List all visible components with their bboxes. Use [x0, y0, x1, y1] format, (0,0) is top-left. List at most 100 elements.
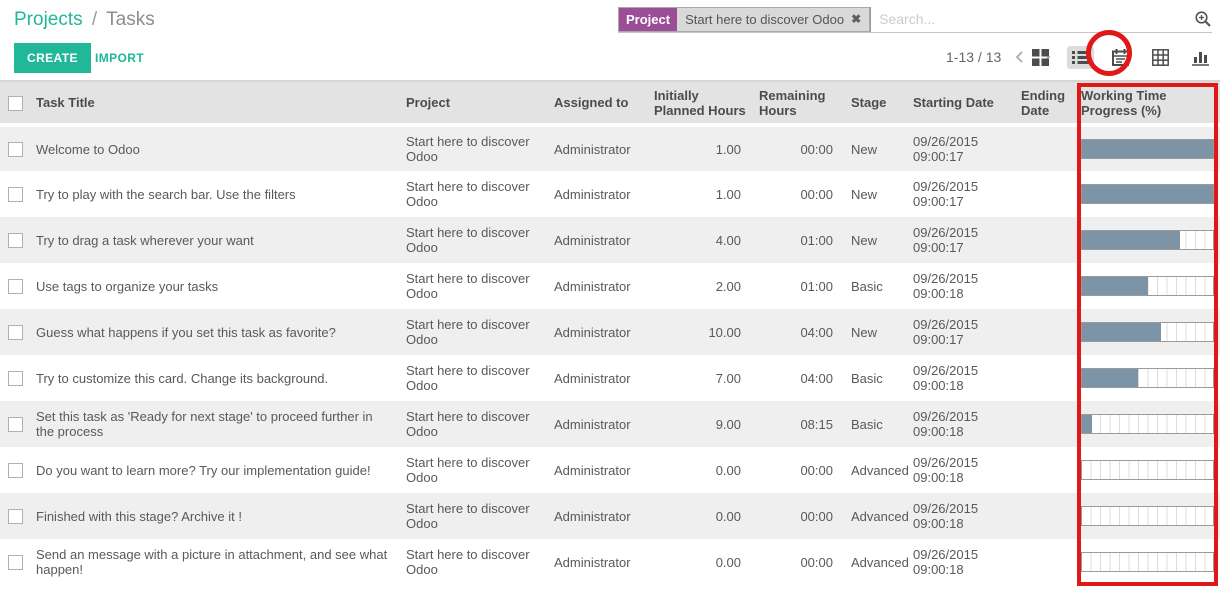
column-header-stage[interactable]: Stage [845, 81, 907, 125]
task-title-cell: Finished with this stage? Archive it ! [30, 493, 400, 539]
ending-date-cell [1015, 171, 1075, 217]
project-cell: Start here to discover Odoo [400, 309, 548, 355]
column-header-ending-date[interactable]: Ending Date [1015, 81, 1075, 125]
table-row[interactable]: Use tags to organize your tasks Start he… [0, 263, 1220, 309]
assigned-to-cell: Administrator [548, 171, 648, 217]
row-checkbox[interactable] [8, 279, 23, 294]
column-header-planned-hours[interactable]: Initially Planned Hours [648, 81, 753, 125]
table-row[interactable]: Guess what happens if you set this task … [0, 309, 1220, 355]
table-row[interactable]: Do you want to learn more? Try our imple… [0, 447, 1220, 493]
column-header-assigned-to[interactable]: Assigned to [548, 81, 648, 125]
project-cell: Start here to discover Odoo [400, 263, 548, 309]
pivot-view-icon[interactable] [1147, 45, 1174, 70]
table-row[interactable]: Try to play with the search bar. Use the… [0, 171, 1220, 217]
starting-date-cell: 09/26/2015 09:00:18 [907, 401, 1015, 447]
working-time-progress-bar [1081, 460, 1214, 480]
row-checkbox[interactable] [8, 555, 23, 570]
planned-hours-cell: 7.00 [648, 355, 753, 401]
starting-date-cell: 09/26/2015 09:00:18 [907, 263, 1015, 309]
pager-range: 1-13 / 13 [946, 49, 1001, 65]
starting-date-cell: 09/26/2015 09:00:17 [907, 125, 1015, 171]
table-row[interactable]: Finished with this stage? Archive it ! S… [0, 493, 1220, 539]
planned-hours-cell: 2.00 [648, 263, 753, 309]
assigned-to-cell: Administrator [548, 263, 648, 309]
task-table-body: Welcome to Odoo Start here to discover O… [0, 125, 1220, 585]
search-input[interactable] [870, 7, 1190, 32]
task-title-cell: Use tags to organize your tasks [30, 263, 400, 309]
create-button[interactable]: CREATE [14, 43, 91, 73]
table-row[interactable]: Try to customize this card. Change its b… [0, 355, 1220, 401]
remaining-hours-cell: 00:00 [753, 493, 845, 539]
table-row[interactable]: Send an message with a picture in attach… [0, 539, 1220, 585]
remaining-hours-cell: 00:00 [753, 171, 845, 217]
select-all-checkbox[interactable] [8, 96, 23, 111]
column-header-progress[interactable]: Working Time Progress (%) [1075, 81, 1220, 125]
ending-date-cell [1015, 125, 1075, 171]
table-row[interactable]: Welcome to Odoo Start here to discover O… [0, 125, 1220, 171]
kanban-view-icon[interactable] [1027, 45, 1054, 70]
remaining-hours-cell: 04:00 [753, 309, 845, 355]
list-view-icon[interactable] [1067, 46, 1094, 69]
task-title-cell: Welcome to Odoo [30, 125, 400, 171]
project-cell: Start here to discover Odoo [400, 171, 548, 217]
row-checkbox[interactable] [8, 325, 23, 340]
ending-date-cell [1015, 447, 1075, 493]
project-cell: Start here to discover Odoo [400, 493, 548, 539]
breadcrumb-projects-link[interactable]: Projects [14, 9, 83, 30]
task-title-cell: Try to customize this card. Change its b… [30, 355, 400, 401]
planned-hours-cell: 0.00 [648, 493, 753, 539]
row-checkbox[interactable] [8, 509, 23, 524]
planned-hours-cell: 0.00 [648, 447, 753, 493]
task-title-cell: Guess what happens if you set this task … [30, 309, 400, 355]
task-title-cell: Do you want to learn more? Try our imple… [30, 447, 400, 493]
working-time-progress-bar [1081, 139, 1214, 159]
column-header-remaining-hours[interactable]: Remaining Hours [753, 81, 845, 125]
row-checkbox[interactable] [8, 233, 23, 248]
ending-date-cell [1015, 309, 1075, 355]
stage-cell: Basic [845, 263, 907, 309]
project-cell: Start here to discover Odoo [400, 125, 548, 171]
progress-fill [1082, 140, 1213, 158]
working-time-progress-bar [1081, 368, 1214, 388]
working-time-progress-bar [1081, 506, 1214, 526]
stage-cell: New [845, 171, 907, 217]
task-title-cell: Send an message with a picture in attach… [30, 539, 400, 585]
working-time-progress-bar [1081, 184, 1214, 204]
task-title-cell: Try to drag a task wherever your want [30, 217, 400, 263]
task-title-cell: Set this task as 'Ready for next stage' … [30, 401, 400, 447]
column-header-project[interactable]: Project [400, 81, 548, 125]
column-header-starting-date[interactable]: Starting Date [907, 81, 1015, 125]
calendar-view-icon[interactable] [1107, 45, 1134, 70]
row-checkbox[interactable] [8, 187, 23, 202]
planned-hours-cell: 10.00 [648, 309, 753, 355]
row-checkbox[interactable] [8, 463, 23, 478]
row-checkbox[interactable] [8, 371, 23, 386]
pager-previous-icon[interactable] [1011, 50, 1028, 64]
expand-search-icon[interactable] [1194, 10, 1212, 28]
column-header-task-title[interactable]: Task Title [30, 81, 400, 125]
remaining-hours-cell: 00:00 [753, 539, 845, 585]
remove-facet-icon[interactable]: ✖ [851, 12, 861, 26]
assigned-to-cell: Administrator [548, 355, 648, 401]
assigned-to-cell: Administrator [548, 447, 648, 493]
facet-value-text: Start here to discover Odoo [685, 12, 844, 27]
remaining-hours-cell: 01:00 [753, 263, 845, 309]
progress-fill [1082, 323, 1161, 341]
working-time-progress-bar [1081, 552, 1214, 572]
row-checkbox[interactable] [8, 417, 23, 432]
assigned-to-cell: Administrator [548, 309, 648, 355]
graph-view-icon[interactable] [1187, 45, 1214, 70]
remaining-hours-cell: 08:15 [753, 401, 845, 447]
stage-cell: New [845, 217, 907, 263]
assigned-to-cell: Administrator [548, 217, 648, 263]
remaining-hours-cell: 01:00 [753, 217, 845, 263]
table-row[interactable]: Try to drag a task wherever your want St… [0, 217, 1220, 263]
starting-date-cell: 09/26/2015 09:00:17 [907, 171, 1015, 217]
remaining-hours-cell: 04:00 [753, 355, 845, 401]
stage-cell: New [845, 309, 907, 355]
import-button[interactable]: IMPORT [95, 51, 144, 65]
table-row[interactable]: Set this task as 'Ready for next stage' … [0, 401, 1220, 447]
progress-fill [1082, 415, 1092, 433]
row-checkbox[interactable] [8, 142, 23, 157]
ending-date-cell [1015, 493, 1075, 539]
